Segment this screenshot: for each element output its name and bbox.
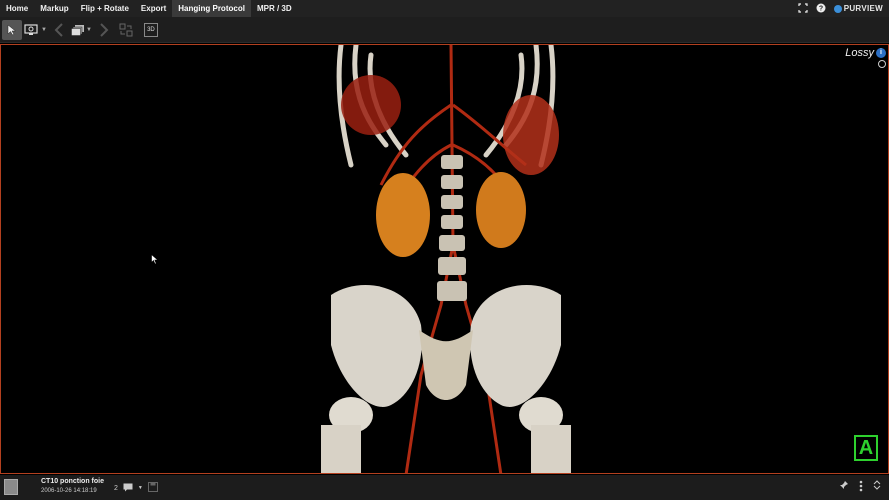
status-bar-right: [839, 480, 881, 495]
fullscreen-icon[interactable]: [798, 0, 808, 18]
series-datetime: 2006-10-26 14:18:19: [41, 488, 97, 494]
spleen-region: [503, 95, 559, 175]
right-femur: [531, 425, 571, 473]
monitor-layout-icon: [24, 23, 38, 35]
sacrum: [419, 330, 473, 400]
series-actions: 2 ▼: [114, 482, 158, 494]
right-kidney: [476, 172, 526, 248]
svg-text:?: ?: [819, 5, 823, 12]
left-femur: [321, 425, 361, 473]
chevron-down-icon: ▼: [41, 26, 47, 33]
series-name: CT10 ponction foie: [41, 478, 104, 485]
forward-arrow-icon: [100, 22, 109, 37]
pointer-icon: [7, 23, 17, 35]
menu-flip-rotate[interactable]: Flip + Rotate: [75, 0, 135, 17]
toolbar: ▼ ▼ 3D: [0, 17, 889, 43]
pin-icon[interactable]: [839, 480, 849, 495]
menu-hanging-protocol[interactable]: Hanging Protocol: [172, 0, 251, 17]
series-count-badge: 2: [114, 484, 118, 492]
save-icon[interactable]: [147, 482, 158, 494]
help-icon[interactable]: ?: [816, 0, 826, 18]
menu-home[interactable]: Home: [0, 0, 34, 17]
tile-tool-button[interactable]: [116, 20, 136, 40]
previous-button[interactable]: [49, 20, 69, 40]
back-arrow-icon: [54, 22, 63, 37]
layout-tool-button[interactable]: ▼: [24, 20, 47, 40]
pelvis-right: [470, 285, 561, 407]
brand-logo: PURVIEW: [833, 4, 883, 13]
image-viewport[interactable]: Lossy i A: [0, 44, 889, 474]
menu-bar: Home Markup Flip + Rotate Export Hanging…: [0, 0, 889, 17]
pointer-tool-button[interactable]: [2, 19, 22, 40]
brand-mark-icon: [833, 4, 842, 13]
more-options-icon[interactable]: [859, 480, 863, 495]
menubar-right: ? PURVIEW: [798, 0, 883, 17]
spine: [437, 155, 467, 301]
volume-render-image: [321, 45, 571, 473]
menu-mpr-3d[interactable]: MPR / 3D: [251, 0, 298, 17]
brand-name: PURVIEW: [843, 4, 883, 13]
mouse-cursor-icon: [151, 254, 159, 265]
status-bar: CT10 ponction foie 2006-10-26 14:18:19 2…: [0, 475, 889, 500]
compression-label: Lossy: [845, 47, 874, 59]
stack-icon: [71, 24, 84, 36]
left-kidney: [376, 173, 430, 257]
liver-region: [341, 75, 401, 135]
series-thumbnail[interactable]: [4, 479, 18, 495]
stack-tool-button[interactable]: ▼: [71, 20, 92, 40]
orientation-marker: A: [854, 435, 878, 461]
status-ring-icon: [878, 60, 886, 68]
comment-icon[interactable]: [123, 483, 133, 494]
menu-markup[interactable]: Markup: [34, 0, 74, 17]
info-icon[interactable]: i: [876, 48, 886, 58]
3d-button[interactable]: 3D: [143, 22, 158, 37]
next-button[interactable]: [94, 20, 114, 40]
pelvis-left: [331, 285, 422, 407]
chevron-down-icon[interactable]: ▼: [138, 485, 143, 491]
tile-icon: [119, 23, 133, 36]
chevron-down-icon: ▼: [85, 26, 92, 33]
expand-icon[interactable]: [873, 480, 881, 495]
menu-export[interactable]: Export: [135, 0, 172, 17]
